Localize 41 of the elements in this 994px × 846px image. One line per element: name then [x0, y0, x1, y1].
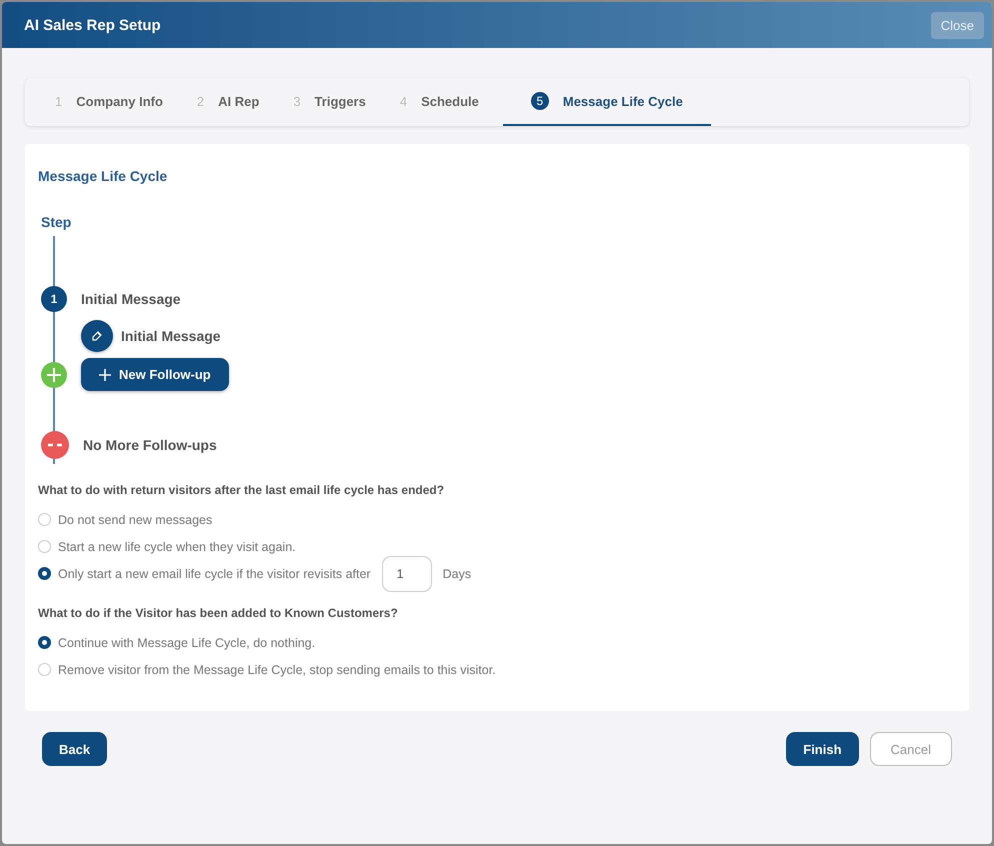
radio-button[interactable]	[38, 636, 51, 649]
step-title: Initial Message	[81, 291, 181, 307]
tab-label: Company Info	[76, 94, 163, 108]
question-text: What to do with return visitors after the last email life cycle has ended?	[38, 483, 446, 497]
section-title: Message Life Cycle	[38, 168, 168, 184]
new-follow-up-button[interactable]: New Follow-up	[81, 358, 229, 391]
tab[interactable]: 5 Message Life Cycle	[502, 78, 711, 126]
step-number: 2	[196, 94, 204, 108]
tab[interactable]: 1 Company Info	[51, 78, 193, 126]
step-number: 3	[293, 94, 301, 108]
pencil-icon	[91, 330, 103, 342]
remove-icon	[41, 431, 69, 459]
option-label: Start a new life cycle when they visit again.	[58, 540, 296, 554]
tab[interactable]: 3 Triggers	[289, 78, 396, 126]
option-label: Continue with Message Life Cycle, do nothing.	[58, 636, 316, 650]
question-text: What to do if the Visitor has been added to Known Customers?	[38, 606, 399, 620]
step-number: 5	[530, 92, 549, 110]
option-label: Do not send new messages	[58, 512, 212, 526]
edit-button[interactable]	[81, 320, 113, 352]
back-button[interactable]: Back	[42, 732, 108, 766]
unit-label: Days	[442, 566, 472, 580]
step-number: 1	[55, 94, 62, 108]
radio-button[interactable]	[38, 567, 51, 580]
step-number: 4	[400, 94, 408, 108]
message-label: Initial Message	[121, 328, 221, 344]
option-label: Only start a new email life cycle if the visitor revisits after	[58, 566, 371, 580]
tab-label: AI Rep	[218, 94, 260, 108]
finish-button[interactable]: Finish	[786, 732, 859, 766]
option-label: Remove visitor from the Message Life Cycle, stop sending emails to this visitor.	[58, 662, 496, 676]
tab-label: Message Life Cycle	[562, 94, 683, 108]
add-icon[interactable]	[41, 362, 67, 388]
tab-label: Triggers	[314, 94, 366, 108]
days-input[interactable]: 1	[382, 556, 432, 592]
step-number-badge: 1	[41, 286, 67, 312]
end-label: No More Follow-ups	[83, 437, 217, 453]
tab[interactable]: 2 AI Rep	[192, 78, 290, 126]
tab-label: Schedule	[421, 94, 479, 108]
window-title: AI Sales Rep Setup	[24, 16, 161, 34]
step-header: Step	[41, 214, 72, 230]
plus-icon	[99, 368, 111, 380]
cancel-button[interactable]: Cancel	[870, 732, 952, 766]
